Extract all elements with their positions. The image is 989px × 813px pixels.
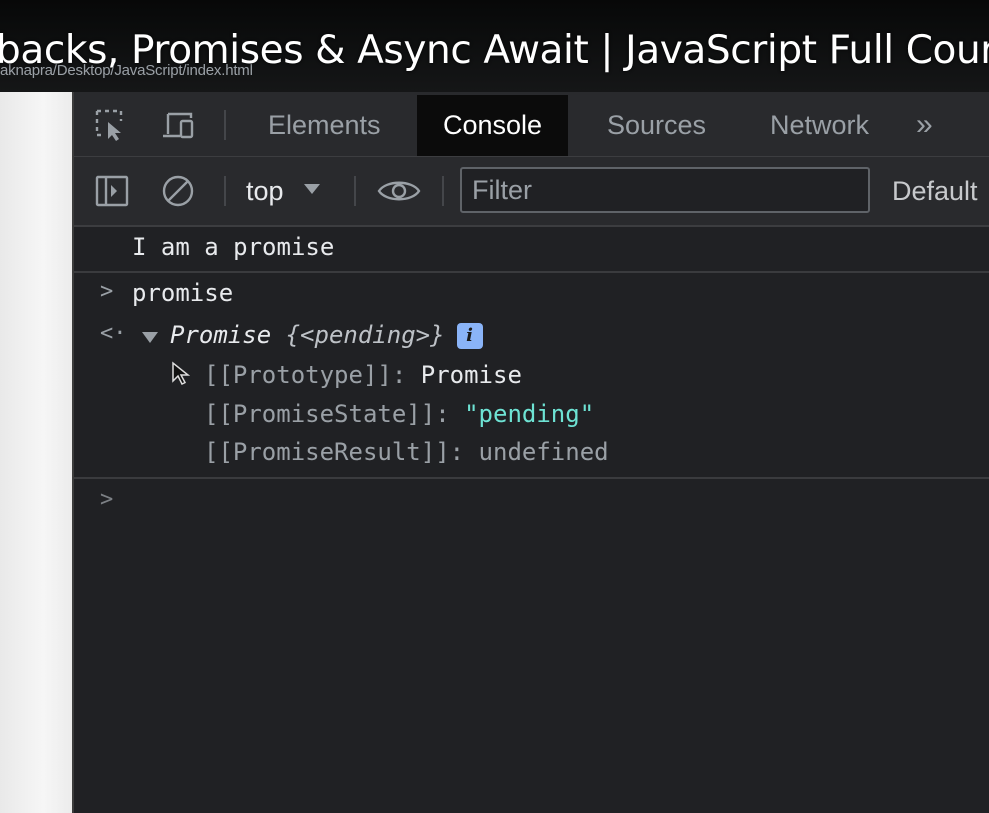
console-output: I am a promise > promise <· Promise {<pe… (74, 227, 989, 813)
property-value: Promise (420, 361, 522, 389)
console-input-row: > promise (74, 273, 989, 317)
promise-object-header[interactable]: Promise {<pending>} i (170, 321, 483, 349)
property-value: "pending" (464, 400, 595, 428)
more-tabs-chevron-icon[interactable]: » (916, 95, 933, 156)
property-prototype[interactable]: [[Prototype]]: Promise (204, 361, 522, 389)
info-icon[interactable]: i (456, 323, 483, 349)
console-prompt-row[interactable]: > (74, 483, 989, 523)
toolbar-separator (354, 176, 356, 206)
property-value: undefined (478, 438, 609, 466)
inspect-element-icon[interactable] (94, 108, 130, 142)
property-separator: : (435, 400, 465, 428)
log-message: I am a promise (132, 233, 335, 261)
title-bar: aknapra/Desktop/JavaScript/index.html ba… (0, 0, 989, 92)
tab-sources[interactable]: Sources (581, 95, 732, 156)
promise-brace-open: { (285, 321, 301, 349)
chevron-down-icon (303, 183, 320, 194)
promise-name: Promise (170, 321, 286, 349)
console-filter-input[interactable] (460, 167, 870, 213)
live-expression-eye-icon[interactable] (376, 174, 422, 208)
toolbar-separator (442, 176, 444, 206)
property-separator: : (449, 438, 479, 466)
toolbar-separator (224, 176, 226, 206)
device-toolbar-icon[interactable] (160, 108, 196, 142)
tab-console[interactable]: Console (417, 95, 569, 156)
property-key: [[PromiseState]] (204, 400, 436, 428)
property-separator: : (391, 361, 421, 389)
tab-network[interactable]: Network (744, 95, 895, 156)
execution-context-select[interactable]: top (246, 157, 320, 225)
execution-context-label: top (246, 176, 284, 206)
tabbar-separator (224, 110, 226, 140)
result-arrow-icon: <· (100, 321, 127, 346)
expand-triangle-icon[interactable] (142, 332, 158, 343)
console-log-row: I am a promise (74, 227, 989, 273)
input-command: promise (132, 279, 234, 307)
input-prompt-chevron-icon: > (100, 279, 114, 304)
promise-state-preview: <pending> (300, 321, 431, 349)
property-key: [[Prototype]] (204, 361, 392, 389)
sidebar-toggle-icon[interactable] (94, 174, 130, 208)
log-levels-dropdown[interactable]: Default (892, 157, 978, 225)
promise-brace-close: } (430, 321, 445, 349)
page-viewport (0, 92, 72, 813)
video-title: backs, Promises & Async Await | JavaScri… (0, 28, 989, 73)
console-toolbar: top Default (74, 157, 989, 227)
devtools-panel: Elements Console Sources Network » top F… (72, 92, 989, 813)
screenshot: aknapra/Desktop/JavaScript/index.html ba… (0, 0, 989, 813)
clear-console-icon[interactable] (160, 174, 196, 208)
mouse-cursor-icon (172, 361, 191, 385)
property-promise-result: [[PromiseResult]]: undefined (204, 438, 609, 466)
console-prompt-chevron-icon: > (100, 487, 114, 512)
devtools-tabbar: Elements Console Sources Network » (74, 92, 989, 157)
tab-elements[interactable]: Elements (242, 95, 407, 156)
property-key: [[PromiseResult]] (204, 438, 450, 466)
console-result-row: <· Promise {<pending>} i [[Prototype]]: P… (74, 317, 989, 479)
property-promise-state: [[PromiseState]]: "pending" (204, 400, 594, 428)
